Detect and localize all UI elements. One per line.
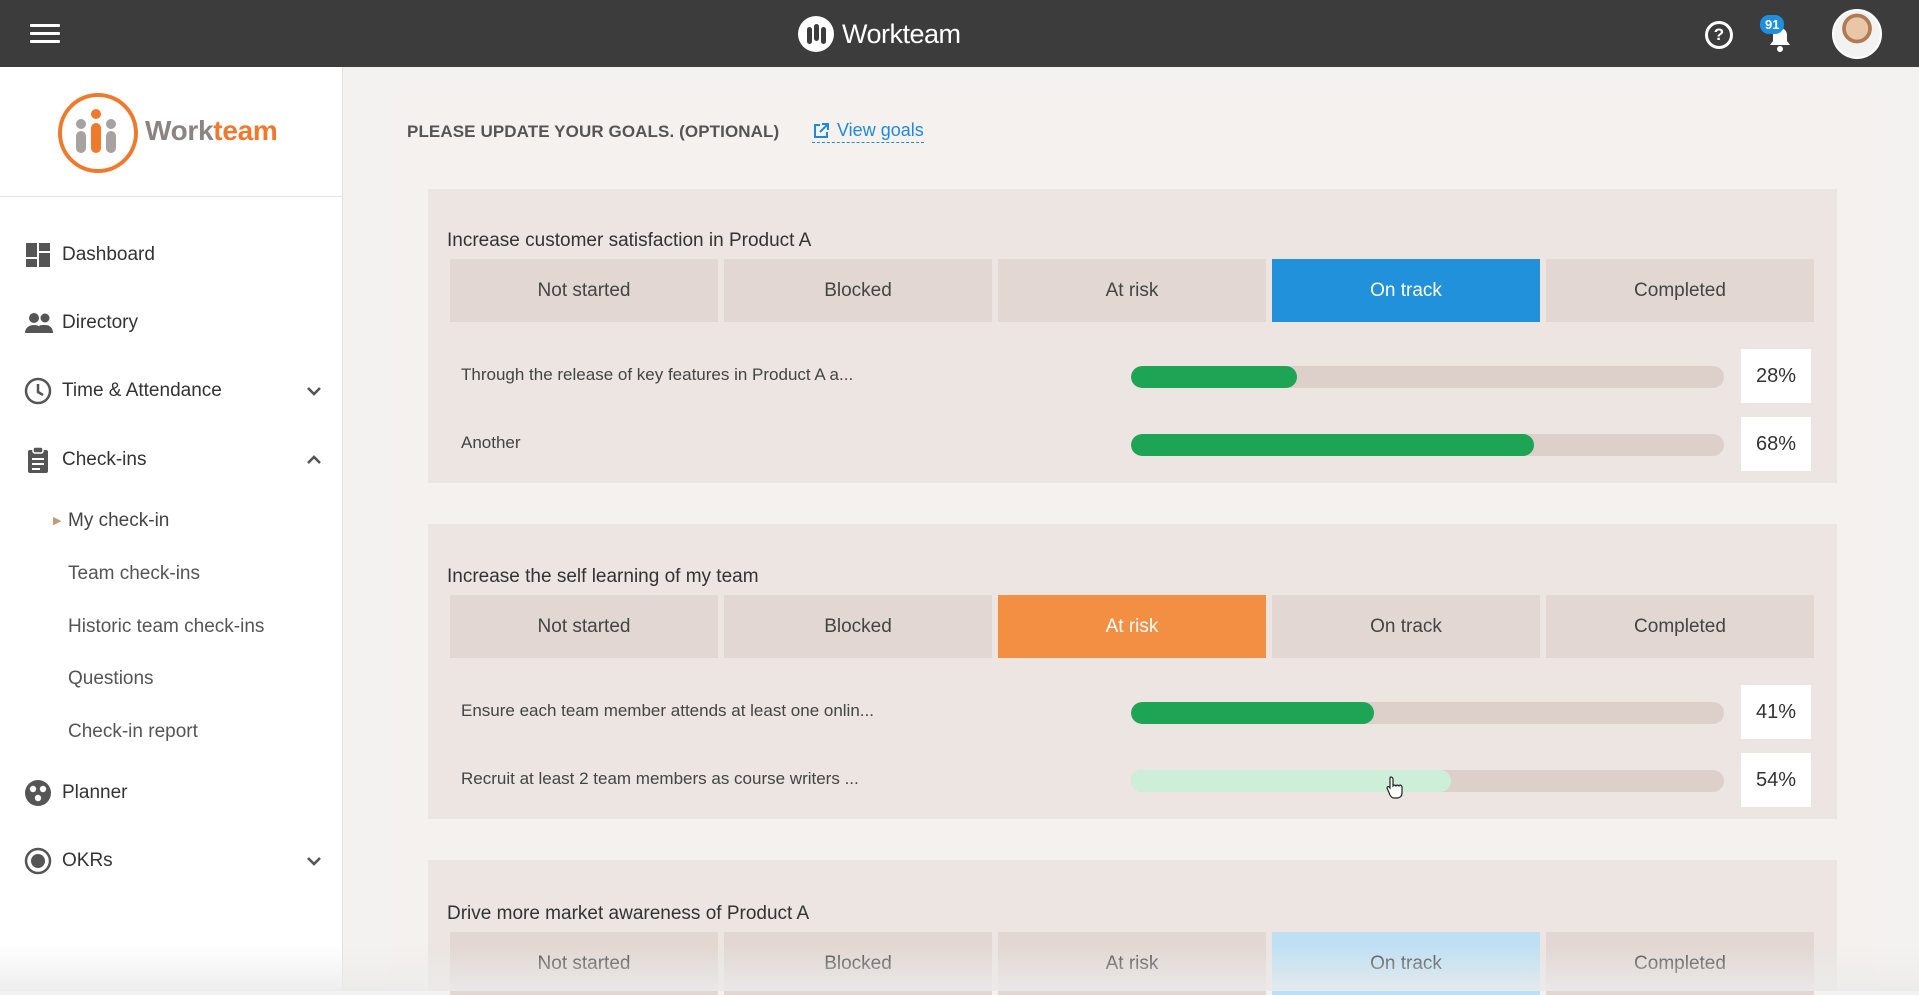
sidebar-subitem-check-in-report[interactable]: Check-in report: [68, 721, 198, 743]
goal-status-selector: Not started Blocked At risk On track Com…: [450, 595, 1814, 658]
sidebar-item-okrs[interactable]: OKRs: [24, 843, 329, 879]
progress-fill: [1131, 434, 1535, 456]
status-at-risk-button[interactable]: At risk: [998, 932, 1266, 995]
status-not-started-button[interactable]: Not started: [450, 932, 718, 995]
sidebar-subitem-questions[interactable]: Questions: [68, 668, 154, 690]
sidebar-item-label: Check-ins: [62, 449, 147, 470]
sidebar-item-label: Directory: [62, 312, 139, 333]
key-result-text: Recruit at least 2 team members as cours…: [461, 769, 859, 788]
sidebar-subitem-historic-team-check-ins[interactable]: Historic team check-ins: [68, 616, 264, 638]
goal-title: Increase customer satisfaction in Produc…: [447, 230, 812, 251]
target-icon: [24, 847, 52, 875]
key-result-percent[interactable]: 28%: [1741, 349, 1811, 403]
status-not-started-button[interactable]: Not started: [450, 595, 718, 658]
sidebar-item-directory[interactable]: Directory: [24, 305, 329, 341]
sidebar-item-check-ins[interactable]: Check-ins: [24, 442, 329, 478]
status-completed-button[interactable]: Completed: [1546, 595, 1814, 658]
sidebar-item-label: Time & Attendance: [62, 380, 222, 401]
key-result-text: Another: [461, 433, 521, 452]
chevron-down-icon[interactable]: [305, 382, 323, 400]
key-result-row: Ensure each team member attends at least…: [428, 685, 1837, 739]
key-result-progress-slider[interactable]: [1131, 366, 1724, 388]
workteam-logo-icon: [798, 16, 834, 52]
key-result-row: Through the release of key features in P…: [428, 349, 1837, 403]
view-goals-link[interactable]: View goals: [812, 120, 924, 143]
dashboard-icon: [24, 241, 52, 269]
status-on-track-button[interactable]: On track: [1272, 259, 1540, 322]
key-result-text: Ensure each team member attends at least…: [461, 701, 874, 720]
key-result-progress-slider[interactable]: [1131, 702, 1724, 724]
key-result-percent[interactable]: 41%: [1741, 685, 1811, 739]
external-link-icon: [814, 122, 829, 138]
goal-status-selector: Not started Blocked At risk On track Com…: [450, 259, 1814, 322]
goal-card: Increase the self learning of my team No…: [428, 524, 1837, 819]
notifications-button[interactable]: 91: [1760, 15, 1796, 54]
chevron-down-icon[interactable]: [305, 852, 323, 870]
status-blocked-button[interactable]: Blocked: [724, 595, 992, 658]
key-result-row: Recruit at least 2 team members as cours…: [428, 753, 1837, 807]
user-avatar[interactable]: [1832, 9, 1882, 59]
status-at-risk-button[interactable]: At risk: [998, 259, 1266, 322]
sidebar-logo[interactable]: Workteam: [0, 67, 342, 197]
top-brand[interactable]: Workteam: [798, 16, 961, 52]
view-goals-label: View goals: [837, 120, 924, 140]
planner-icon: [24, 779, 52, 807]
goal-card: Increase customer satisfaction in Produc…: [428, 189, 1837, 483]
sidebar-item-planner[interactable]: Planner: [24, 775, 329, 811]
key-result-progress-slider[interactable]: [1131, 770, 1724, 792]
clipboard-icon: [24, 446, 52, 474]
goals-update-heading: PLEASE UPDATE YOUR GOALS. (OPTIONAL): [407, 122, 780, 141]
help-icon[interactable]: ?: [1705, 21, 1733, 49]
goal-title: Increase the self learning of my team: [447, 566, 759, 587]
workteam-logo-icon: [58, 93, 138, 173]
status-not-started-button[interactable]: Not started: [450, 259, 718, 322]
progress-fill: [1131, 366, 1298, 388]
chevron-up-icon[interactable]: [305, 451, 323, 469]
goal-title: Drive more market awareness of Product A: [447, 903, 810, 924]
sidebar-item-label: Planner: [62, 782, 128, 803]
notification-count-badge: 91: [1760, 15, 1785, 34]
status-completed-button[interactable]: Completed: [1546, 259, 1814, 322]
goal-status-selector: Not started Blocked At risk On track Com…: [450, 932, 1814, 995]
sidebar-item-label: Dashboard: [62, 244, 155, 265]
hand-cursor-icon: [1386, 776, 1403, 799]
key-result-progress-slider[interactable]: [1131, 434, 1724, 456]
progress-fill: [1131, 702, 1375, 724]
status-on-track-button[interactable]: On track: [1272, 932, 1540, 995]
status-on-track-button[interactable]: On track: [1272, 595, 1540, 658]
menu-icon[interactable]: [30, 24, 60, 44]
brand-name: Workteam: [842, 18, 961, 49]
sidebar-item-time-attendance[interactable]: Time & Attendance: [24, 373, 329, 409]
goal-card: Drive more market awareness of Product A…: [428, 860, 1837, 995]
key-result-row: Another 68%: [428, 417, 1837, 471]
sidebar-subitem-my-check-in[interactable]: My check-in: [53, 510, 169, 532]
status-at-risk-button[interactable]: At risk: [998, 595, 1266, 658]
sidebar-item-label: OKRs: [62, 850, 113, 871]
top-bar: Workteam ? 91: [0, 0, 1919, 67]
key-result-text: Through the release of key features in P…: [461, 365, 854, 384]
status-blocked-button[interactable]: Blocked: [724, 932, 992, 995]
sidebar-subitem-team-check-ins[interactable]: Team check-ins: [68, 563, 200, 585]
sidebar-item-dashboard[interactable]: Dashboard: [24, 237, 329, 273]
status-blocked-button[interactable]: Blocked: [724, 259, 992, 322]
sidebar-brand-name: Workteam: [145, 115, 278, 146]
clock-icon: [24, 377, 52, 405]
people-icon: [24, 309, 53, 337]
key-result-percent[interactable]: 54%: [1741, 753, 1811, 807]
status-completed-button[interactable]: Completed: [1546, 932, 1814, 995]
key-result-percent[interactable]: 68%: [1741, 417, 1811, 471]
